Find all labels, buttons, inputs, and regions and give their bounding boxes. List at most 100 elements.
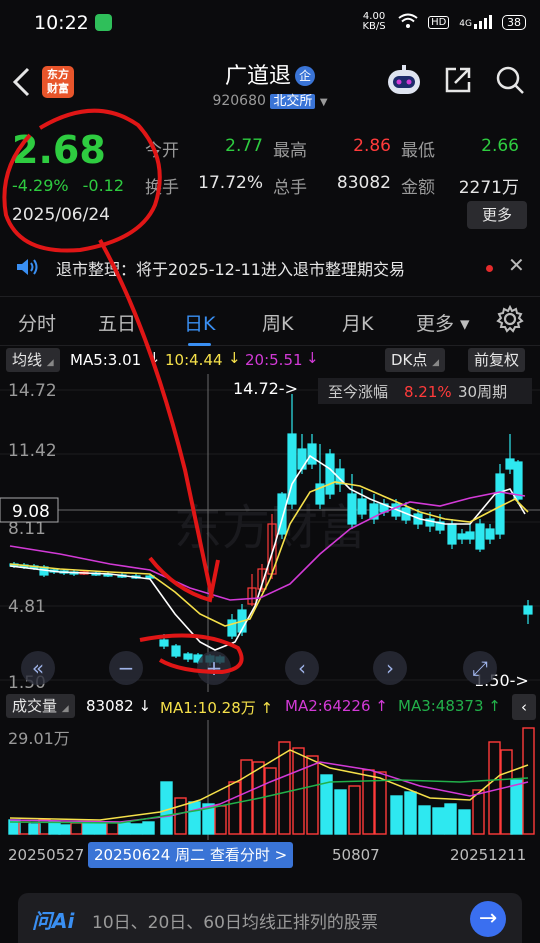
ai-search-bar[interactable]: 问Ai 10日、20日、60日均线正排列的股票 →: [18, 893, 522, 943]
search-icon[interactable]: [494, 64, 526, 96]
stat-cell: 金额 2271万: [401, 173, 529, 198]
volume-bar: [106, 821, 119, 835]
volume-bar: [292, 747, 305, 835]
ma5-arrow: ↓: [148, 349, 161, 367]
stat-cell: 总手 83082: [273, 173, 401, 198]
quote-date: 2025/06/24: [12, 205, 110, 225]
notice-text: 退市整理：将于2025-12-11进入退市整理期交易: [56, 260, 405, 279]
stats-row: 换手 17.72% 总手 83082 金额 2271万: [145, 167, 530, 204]
robot-assistant-icon[interactable]: [384, 64, 424, 98]
enterprise-badge: 企: [295, 66, 315, 86]
exchange-badge: 北交所: [270, 94, 316, 109]
candle-body: [171, 645, 181, 657]
candle-body: [227, 619, 237, 637]
volume-chart[interactable]: 29.01万: [0, 720, 540, 840]
ma10-arrow: ↓: [228, 349, 241, 367]
candle-body: [513, 461, 523, 500]
volume-bar: [458, 809, 471, 835]
nav-button-icon: +: [206, 656, 223, 680]
ma5-label: MA5:3.01: [70, 351, 142, 369]
tab-3[interactable]: 周K: [262, 309, 293, 336]
ma10-label: 10:4.44: [165, 351, 223, 369]
volume-bar: [510, 779, 523, 835]
ma20-label: 20:5.51: [245, 351, 303, 369]
crosshair-date-button[interactable]: 20250624 周二 查看分时 >: [88, 842, 294, 868]
candle-body: [159, 639, 169, 647]
period-tabs: 分时 五日 日K 周K 月K 更多 ▾: [0, 296, 540, 346]
close-icon[interactable]: ✕: [508, 253, 525, 277]
volume-bar: [160, 781, 173, 835]
range-label: 至今涨幅: [328, 383, 388, 401]
candle-body: [183, 653, 193, 660]
candle-body: [465, 531, 475, 540]
indicator-select[interactable]: 均线 ◢: [6, 348, 60, 372]
volume-bar: [522, 727, 535, 835]
volume-bar: [306, 755, 319, 835]
y-axis-label: 14.72: [8, 381, 57, 401]
candle-body: [505, 458, 515, 470]
volume-bar: [348, 785, 361, 835]
volume-bar: [418, 805, 431, 835]
unread-dot: [486, 265, 493, 272]
nav-button-icon: ⤢: [472, 656, 488, 680]
volume-bar: [70, 822, 83, 835]
tab-1[interactable]: 五日: [98, 309, 136, 336]
stat-label: 换手: [145, 178, 179, 198]
hd-icon: HD: [428, 15, 450, 29]
nav-button-icon: «: [32, 656, 44, 680]
stock-name: 广道退: [224, 64, 291, 89]
volume-legend: 成交量 ◢ 83082 ↓ MA1:10.28万 ↑ MA2:64226 ↑ M…: [0, 694, 540, 720]
adjust-button[interactable]: 前复权: [468, 348, 526, 372]
volume-bar: [240, 759, 253, 835]
stat-cell: 最高 2.86: [273, 136, 401, 161]
candle-body: [325, 453, 335, 495]
candle-body: [347, 493, 357, 525]
stat-label: 总手: [273, 178, 307, 198]
submit-arrow-icon[interactable]: →: [470, 901, 506, 937]
volume-bar: [228, 781, 241, 835]
candle-body: [523, 605, 533, 615]
ma-legend: 均线 ◢ MA5:3.01 ↓ 10:4.44 ↓ 20:5.51 ↓ DK点 …: [0, 348, 540, 374]
delisting-notice[interactable]: 退市整理：将于2025-12-11进入退市整理期交易 ✕: [0, 250, 540, 284]
axis-end-date: 20251211: [450, 846, 527, 864]
stat-value: 2.66: [481, 136, 519, 156]
kline-chart[interactable]: 东方财富 14.72 11.42 4.81 1.50 8.11 9.08 至今涨幅 8.21% 3…: [0, 374, 540, 693]
y-axis-label: 4.81: [8, 597, 46, 617]
tab-2[interactable]: 日K: [184, 309, 215, 346]
volume-bar: [58, 824, 71, 835]
settings-icon[interactable]: [496, 304, 524, 337]
more-stats-button[interactable]: 更多: [467, 201, 527, 229]
volume-bar: [488, 741, 501, 835]
share-icon[interactable]: [442, 64, 474, 96]
tab-4[interactable]: 月K: [342, 309, 373, 336]
range-pct: 8.21%: [404, 383, 452, 401]
volume-value: 83082 ↓: [86, 697, 152, 715]
tab-0[interactable]: 分时: [18, 309, 56, 336]
watermark: 东方财富: [174, 500, 366, 556]
candle-body: [357, 498, 367, 515]
volume-select[interactable]: 成交量 ◢: [6, 694, 75, 718]
axis-mid-date: 50807: [332, 846, 380, 864]
volume-bar: [118, 822, 131, 835]
ai-brand: 问Ai: [32, 909, 75, 933]
ai-query: 10日、20日、60日均线正排列的股票: [92, 913, 378, 933]
volume-bar: [82, 821, 95, 835]
current-price: 2.68: [12, 128, 106, 172]
volume-bar: [264, 767, 277, 835]
stat-label: 今开: [145, 141, 179, 161]
volume-bar: [142, 821, 155, 835]
stat-value: 2271万: [458, 178, 519, 198]
signal-icon: 4G: [459, 15, 492, 29]
dk-point-button[interactable]: DK点 ◢: [385, 348, 446, 372]
stat-cell: 今开 2.77: [145, 136, 273, 161]
vol-ma1: MA1:10.28万 ↑: [160, 699, 274, 717]
stat-label: 金额: [401, 178, 435, 198]
candle-body: [307, 443, 317, 465]
collapse-left-icon[interactable]: ‹: [512, 694, 536, 720]
chevron-down-icon: ▼: [319, 97, 328, 108]
tab-5[interactable]: 更多 ▾: [416, 309, 470, 336]
date-axis: 20250527 20250624 周二 查看分时 > 50807 202512…: [0, 842, 540, 870]
high-marker: 14.72->: [233, 379, 298, 398]
stat-cell: 换手 17.72%: [145, 173, 273, 198]
wechat-icon: [95, 14, 112, 31]
